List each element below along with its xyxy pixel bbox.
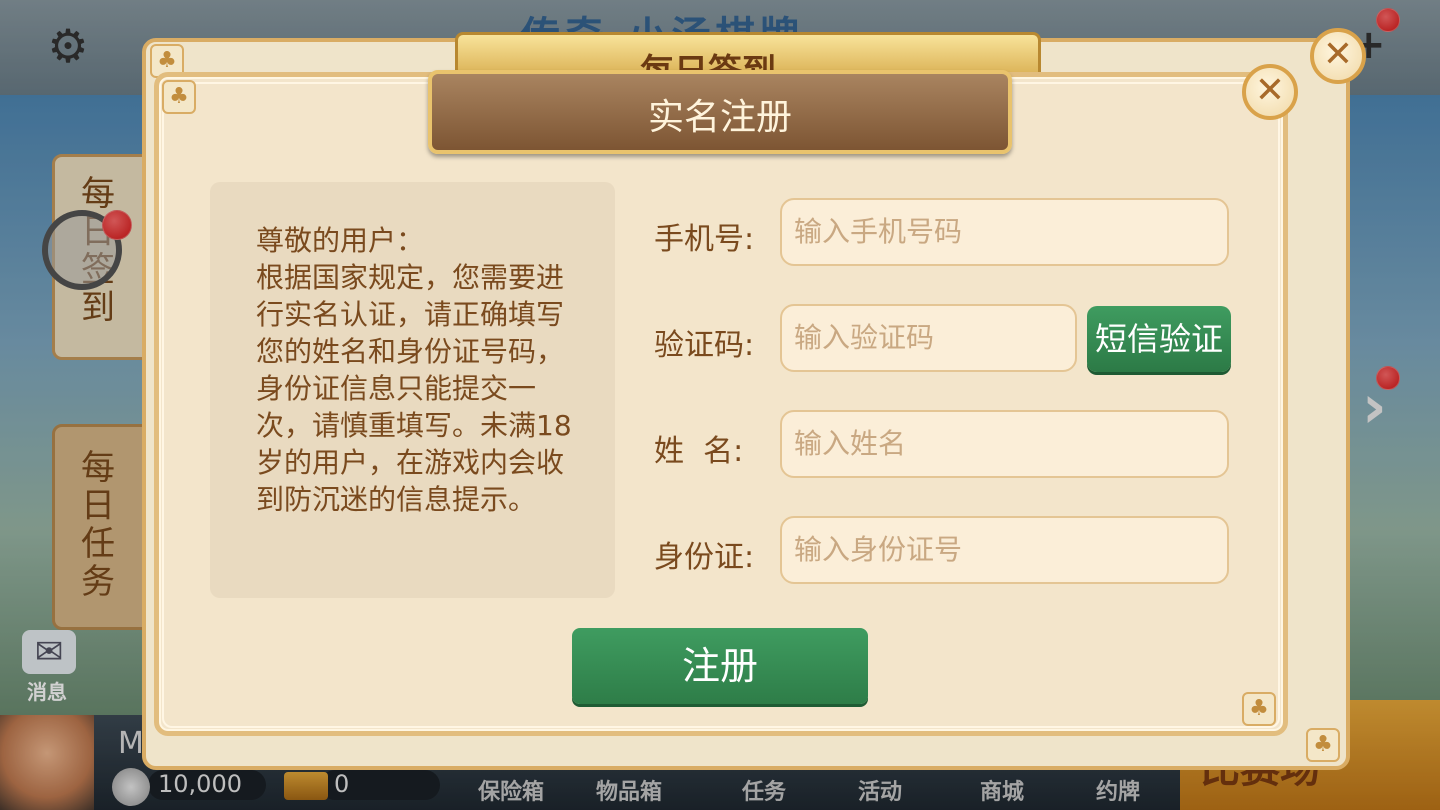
name-label: 姓 名: xyxy=(654,434,744,469)
close-icon[interactable]: ✕ xyxy=(1242,64,1298,120)
name-input[interactable]: 输入姓名 xyxy=(780,410,1229,478)
register-button[interactable]: 注册 xyxy=(572,628,868,704)
dialog-title: 实名注册 xyxy=(647,97,792,138)
club-icon: ♣ xyxy=(1306,728,1340,762)
notice-text: 尊敬的用户： 根据国家规定，您需要进行实名认证，请正确填写您的姓名和身份证号码，… xyxy=(256,224,572,516)
id-card-input[interactable]: 输入身份证号 xyxy=(780,516,1229,584)
code-label: 验证码: xyxy=(654,328,755,363)
close-icon[interactable]: ✕ xyxy=(1310,28,1366,84)
verification-code-input[interactable]: 输入验证码 xyxy=(780,304,1077,372)
phone-label: 手机号: xyxy=(654,222,755,257)
sms-verify-button[interactable]: 短信验证 xyxy=(1087,306,1231,372)
club-icon: ♣ xyxy=(162,80,196,114)
club-icon: ♣ xyxy=(1242,692,1276,726)
phone-input[interactable]: 输入手机号码 xyxy=(780,198,1229,266)
id-label: 身份证: xyxy=(654,540,755,575)
